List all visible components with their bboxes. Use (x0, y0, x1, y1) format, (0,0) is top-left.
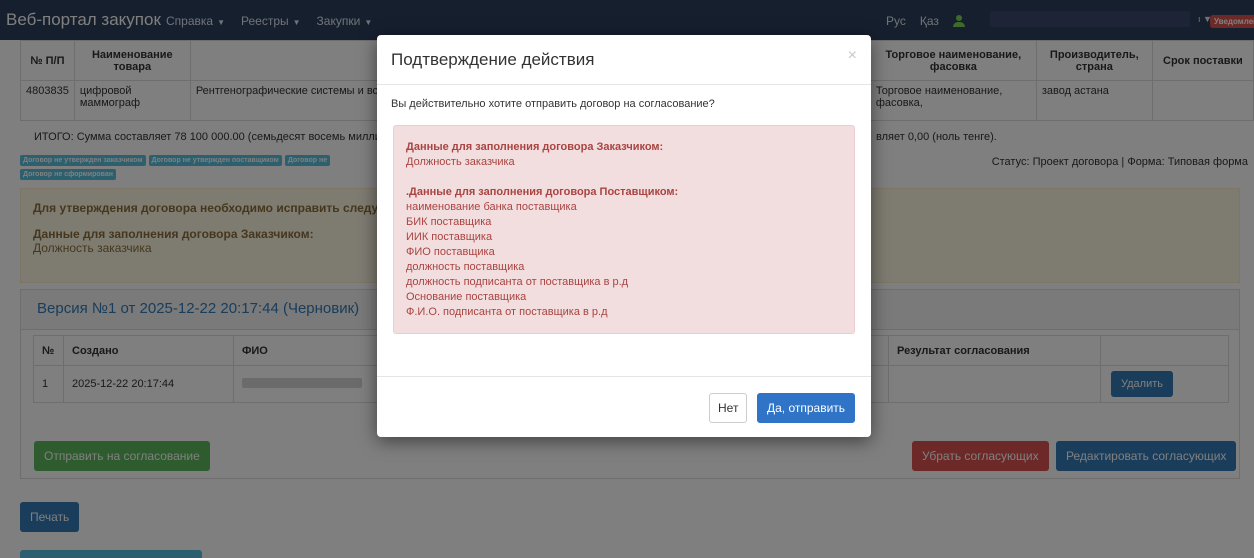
supplier-item: должность подписанта от поставщика в р.д (406, 276, 629, 288)
close-icon[interactable]: × (848, 47, 857, 65)
supplier-item: Основание поставщика (406, 291, 527, 303)
confirm-dialog: Подтверждение действия × Вы действительн… (377, 35, 871, 437)
supplier-item: наименование банка поставщика (406, 201, 577, 213)
supplier-section-title: .Данные для заполнения договора Поставщи… (406, 186, 679, 198)
dialog-question: Вы действительно хотите отправить догово… (391, 98, 715, 110)
dialog-header: Подтверждение действия × (377, 35, 871, 85)
no-button[interactable]: Нет (709, 393, 748, 423)
dialog-title: Подтверждение действия (391, 50, 595, 69)
missing-data-alert: Данные для заполнения договора Заказчико… (393, 125, 855, 334)
supplier-item: ФИО поставщика (406, 246, 495, 258)
customer-item: Должность заказчика (406, 156, 515, 168)
supplier-item: ИИК поставщика (406, 231, 493, 243)
supplier-item: должность поставщика (406, 261, 525, 273)
supplier-item: Ф.И.О. подписанта от поставщика в р.д (406, 306, 608, 318)
customer-section-title: Данные для заполнения договора Заказчико… (406, 141, 664, 153)
supplier-item: БИК поставщика (406, 216, 492, 228)
dialog-footer: Нет Да, отправить (377, 376, 871, 437)
yes-send-button[interactable]: Да, отправить (757, 393, 856, 423)
